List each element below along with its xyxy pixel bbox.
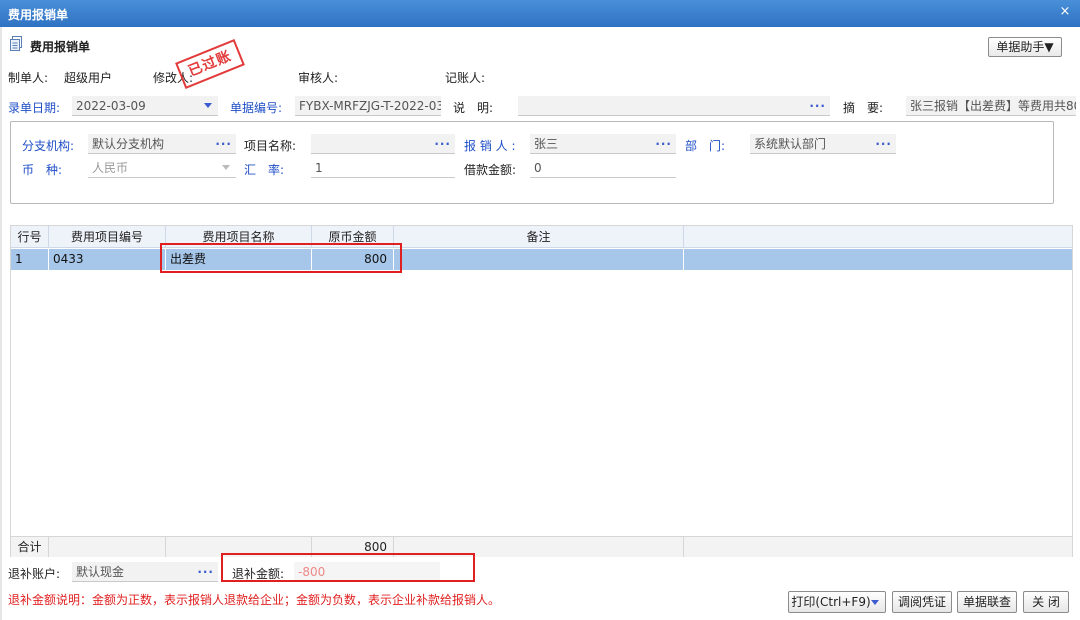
chevron-down-icon[interactable]: [222, 165, 230, 170]
rate-label: 汇 率:: [244, 163, 285, 177]
number-label: 单据编号:: [230, 101, 283, 115]
summary-value: 张三报销【出差费】等费用共800: [910, 99, 1076, 113]
refund-note: 退补金额说明：金额为正数，表示报销人退款给企业；金额为负数，表示企业补款给报销人…: [8, 593, 501, 607]
currency-label: 币 种:: [22, 163, 63, 177]
loan-label: 借款金额:: [464, 163, 517, 177]
close-icon[interactable]: ×: [1058, 5, 1072, 19]
desc-label: 说 明:: [453, 101, 494, 115]
more-icon[interactable]: ···: [655, 134, 672, 153]
highlight-box-row: [160, 243, 402, 273]
column-header-line[interactable]: 行号: [11, 226, 49, 248]
grid-footer: 合计 800: [11, 536, 1072, 557]
view-voucher-button[interactable]: 调阅凭证: [892, 591, 952, 613]
more-icon[interactable]: ···: [875, 134, 892, 153]
number-field[interactable]: FYBX-MRFZJG-T-2022-03: [295, 96, 441, 116]
branch-value: 默认分支机构: [92, 137, 165, 151]
loan-field[interactable]: 0: [530, 158, 676, 178]
dept-value: 系统默认部门: [754, 137, 827, 151]
print-button[interactable]: 打印(Ctrl+F9): [788, 591, 886, 613]
window-edge: [0, 27, 2, 620]
chevron-down-icon[interactable]: [871, 600, 879, 605]
rate-field[interactable]: 1: [311, 158, 455, 178]
print-button-label: 打印(Ctrl+F9): [791, 595, 871, 609]
document-helper-button[interactable]: 单据助手▼: [988, 37, 1062, 57]
rate-value: 1: [315, 161, 323, 175]
loan-value: 0: [534, 161, 542, 175]
currency-value: 人民币: [92, 161, 129, 175]
project-field[interactable]: ···: [311, 134, 455, 154]
date-value: 2022-03-09: [76, 99, 146, 113]
auditor-label: 审核人:: [298, 71, 339, 85]
date-label: 录单日期:: [8, 101, 61, 115]
more-icon[interactable]: ···: [434, 134, 451, 153]
maker-label: 制单人:: [8, 71, 49, 85]
dept-label: 部 门:: [685, 139, 726, 153]
dept-field[interactable]: 系统默认部门 ···: [750, 134, 896, 154]
cell-line[interactable]: 1: [11, 249, 49, 270]
more-icon[interactable]: ···: [215, 134, 232, 153]
summary-label: 摘 要:: [843, 101, 884, 115]
claimant-label: 报 销 人 :: [464, 139, 516, 153]
branch-label: 分支机构:: [22, 139, 75, 153]
number-value: FYBX-MRFZJG-T-2022-03: [299, 99, 441, 113]
currency-field[interactable]: 人民币: [88, 158, 236, 178]
maker-value: 超级用户: [64, 71, 113, 85]
claimant-value: 张三: [534, 137, 559, 151]
posted-stamp: 已过账: [175, 39, 245, 89]
cell-remark[interactable]: [394, 249, 684, 270]
linked-query-button[interactable]: 单据联查: [957, 591, 1017, 613]
desc-field[interactable]: ···: [518, 96, 830, 116]
column-header-remark[interactable]: 备注: [394, 226, 684, 248]
close-button[interactable]: 关 闭: [1023, 591, 1069, 613]
document-title: 费用报销单: [30, 40, 91, 54]
window-title: 费用报销单: [8, 8, 69, 22]
more-icon[interactable]: ···: [809, 96, 826, 115]
branch-field[interactable]: 默认分支机构 ···: [88, 134, 236, 154]
column-header-code[interactable]: 费用项目编号: [49, 226, 166, 248]
chevron-down-icon[interactable]: [204, 103, 212, 108]
footer-total-label: 合计: [11, 537, 49, 557]
expense-grid[interactable]: 行号 费用项目编号 费用项目名称 原币金额 备注 1 0433 出差费 800 …: [10, 225, 1073, 557]
cell-code[interactable]: 0433: [49, 249, 166, 270]
date-field[interactable]: 2022-03-09: [72, 96, 218, 116]
window-title-bar: 费用报销单 ×: [0, 0, 1080, 27]
account-field[interactable]: 默认现金 ···: [72, 562, 218, 582]
footer-code-cell: [49, 537, 166, 557]
summary-field[interactable]: 张三报销【出差费】等费用共800: [906, 96, 1076, 116]
account-label: 退补账户:: [8, 567, 61, 581]
document-icon: [10, 36, 22, 51]
project-label: 项目名称:: [244, 139, 297, 153]
more-icon[interactable]: ···: [197, 562, 214, 581]
account-value: 默认现金: [76, 565, 125, 579]
bookkeeper-label: 记账人:: [445, 71, 486, 85]
claimant-field[interactable]: 张三 ···: [530, 134, 676, 154]
highlight-box-refund: [221, 553, 475, 582]
